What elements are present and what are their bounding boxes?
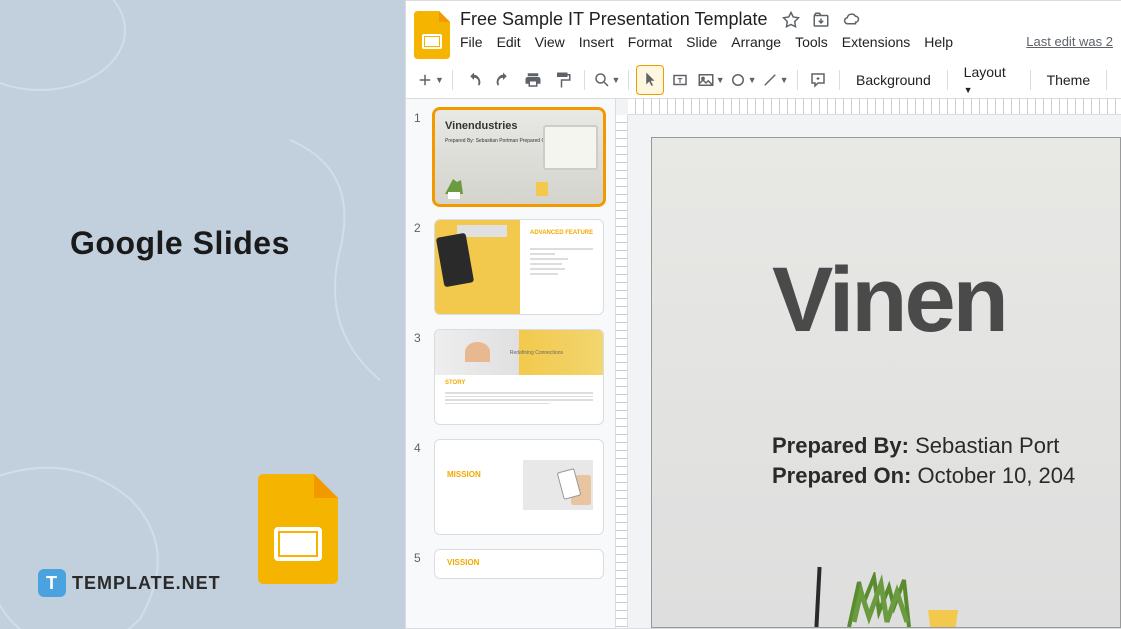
menu-help[interactable]: Help: [924, 34, 953, 50]
slide-thumbnail-3[interactable]: Redefining Connections STORY: [434, 329, 604, 425]
thumb-number: 1: [414, 109, 426, 205]
line-button[interactable]: ▼: [761, 66, 789, 94]
thumb-number: 3: [414, 329, 426, 425]
menu-bar: File Edit View Insert Format Slide Arran…: [460, 34, 1113, 50]
slide-thumbnail-2[interactable]: ADVANCED FEATURE: [434, 219, 604, 315]
slide-thumbnail-5[interactable]: VISSION: [434, 549, 604, 579]
thumb-quote: Redefining Connections: [510, 350, 563, 356]
menu-edit[interactable]: Edit: [497, 34, 521, 50]
intro-left-panel: Google Slides T TEMPLATE.NET: [0, 0, 405, 629]
template-net-logo: T TEMPLATE.NET: [38, 569, 221, 597]
menu-extensions[interactable]: Extensions: [842, 34, 910, 50]
layout-button[interactable]: Layout ▼: [956, 60, 1022, 100]
toolbar: ▼ ▼ ▼ ▼ ▼: [406, 61, 1121, 99]
menu-arrange[interactable]: Arrange: [731, 34, 781, 50]
template-brand-text: TEMPLATE.NET: [72, 573, 221, 594]
redo-button[interactable]: [491, 66, 517, 94]
slide-prepared-text[interactable]: Prepared By: Sebastian Port Prepared On:…: [772, 433, 1075, 493]
slide-filmstrip: 1 Vinendustries Prepared By: Sebastian P…: [406, 99, 616, 628]
plant-decoration: [839, 572, 919, 628]
canvas-area: Vinen Prepared By: Sebastian Port Prepar…: [616, 99, 1121, 628]
menu-format[interactable]: Format: [628, 34, 672, 50]
slide-canvas[interactable]: Vinen Prepared By: Sebastian Port Prepar…: [651, 137, 1121, 628]
app-header: Free Sample IT Presentation Template Fil…: [406, 1, 1121, 61]
print-button[interactable]: [520, 66, 546, 94]
slides-large-icon: [258, 474, 338, 584]
thumb-heading: STORY: [445, 380, 465, 386]
thumb-number: 2: [414, 219, 426, 315]
slides-app-window: Free Sample IT Presentation Template Fil…: [405, 0, 1121, 629]
thumb-heading: ADVANCED FEATURE: [530, 230, 593, 236]
new-slide-button[interactable]: ▼: [416, 66, 444, 94]
slides-app-icon[interactable]: [414, 11, 450, 59]
shape-button[interactable]: ▼: [729, 66, 757, 94]
select-tool-button[interactable]: [637, 66, 663, 94]
image-button[interactable]: ▼: [697, 66, 725, 94]
star-icon[interactable]: [782, 11, 800, 29]
pen-decoration: [814, 567, 821, 627]
cup-decoration: [923, 605, 963, 628]
textbox-button[interactable]: [667, 66, 693, 94]
thumb-heading: MISSION: [447, 470, 481, 479]
template-icon: T: [38, 569, 66, 597]
cloud-status-icon[interactable]: [842, 11, 860, 29]
background-button[interactable]: Background: [848, 68, 939, 92]
comment-button[interactable]: [805, 66, 831, 94]
thumb-number: 5: [414, 549, 426, 579]
slide-main-title[interactable]: Vinen: [772, 248, 1006, 353]
thumb-heading: VISSION: [447, 558, 479, 567]
document-title[interactable]: Free Sample IT Presentation Template: [460, 9, 768, 30]
ruler-vertical[interactable]: [616, 115, 628, 628]
last-edit-link[interactable]: Last edit was 2: [1026, 34, 1113, 50]
undo-button[interactable]: [461, 66, 487, 94]
menu-view[interactable]: View: [535, 34, 565, 50]
thumb-title: Vinendustries: [445, 120, 518, 132]
paint-format-button[interactable]: [550, 66, 576, 94]
menu-slide[interactable]: Slide: [686, 34, 717, 50]
thumb-number: 4: [414, 439, 426, 535]
slide-thumbnail-4[interactable]: MISSION: [434, 439, 604, 535]
theme-button[interactable]: Theme: [1039, 68, 1099, 92]
menu-file[interactable]: File: [460, 34, 483, 50]
menu-tools[interactable]: Tools: [795, 34, 828, 50]
menu-insert[interactable]: Insert: [579, 34, 614, 50]
zoom-button[interactable]: ▼: [593, 66, 621, 94]
move-to-drive-icon[interactable]: [812, 11, 830, 29]
page-title: Google Slides: [70, 225, 290, 262]
ruler-horizontal[interactable]: [628, 99, 1121, 115]
slide-thumbnail-1[interactable]: Vinendustries Prepared By: Sebastian Por…: [434, 109, 604, 205]
